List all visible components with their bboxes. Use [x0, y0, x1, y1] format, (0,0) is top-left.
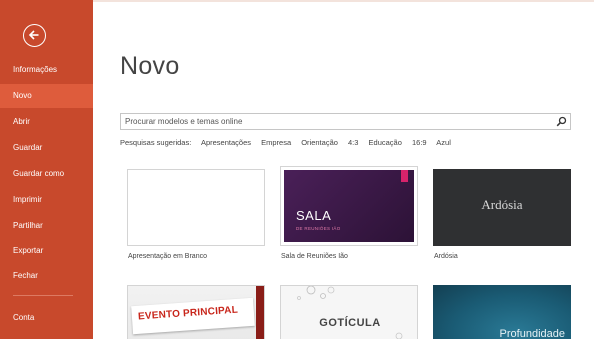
top-border [93, 0, 594, 2]
sidebar-item-guardar[interactable]: Guardar [0, 136, 93, 160]
suggested-search-link[interactable]: Empresa [261, 138, 291, 147]
profundidade-slide-title: Profundidade [499, 328, 565, 339]
template-thumbnail [127, 169, 265, 246]
goticula-slide-title: GOTÍCULA [319, 317, 381, 329]
sala-slide-subtitle: DE REUNIÕES IÃO [296, 226, 341, 231]
template-thumbnail: EVENTO PRINCIPAL [127, 285, 265, 339]
sidebar-item-conta[interactable]: Conta [0, 306, 93, 330]
droplets-graphic [297, 286, 403, 339]
template-label: Sala de Reuniões Ião [281, 253, 348, 260]
suggested-searches-label: Pesquisas sugeridas: [120, 138, 192, 147]
sala-accent-tab [401, 170, 408, 182]
template-label: Ardósia [434, 253, 458, 260]
sala-slide-title: SALA [296, 208, 332, 223]
sidebar-item-guardar-como[interactable]: Guardar como [0, 162, 93, 186]
sidebar-item-informacoes[interactable]: Informações [0, 58, 93, 82]
suggested-search-link[interactable]: Educação [369, 138, 402, 147]
sala-slide-preview: SALA DE REUNIÕES IÃO [284, 170, 414, 242]
backstage-sidebar: Informações Novo Abrir Guardar Guardar c… [0, 0, 93, 339]
back-arrow-icon [28, 30, 39, 40]
template-evento-principal[interactable]: EVENTO PRINCIPAL [127, 285, 265, 339]
suggested-search-link[interactable]: Apresentações [201, 138, 251, 147]
suggested-search-link[interactable]: 4:3 [348, 138, 358, 147]
search-box [120, 113, 571, 130]
sidebar-item-imprimir[interactable]: Imprimir [0, 188, 93, 212]
sidebar-item-fechar[interactable]: Fechar [0, 264, 93, 288]
evento-side-strip [256, 286, 264, 339]
template-profundidade[interactable]: Profundidade [433, 285, 571, 339]
suggested-search-link[interactable]: Azul [436, 138, 451, 147]
search-icon[interactable] [556, 116, 567, 127]
sidebar-divider [13, 295, 73, 296]
template-thumbnail: Ardósia [433, 169, 571, 246]
template-thumbnail: GOTÍCULA [280, 285, 418, 339]
template-sala-de-reunioes[interactable]: SALA DE REUNIÕES IÃO Sala de Reuniões Iã… [280, 166, 418, 261]
suggested-search-link[interactable]: 16:9 [412, 138, 427, 147]
ardosia-slide-title: Ardósia [481, 197, 523, 212]
sidebar-item-partilhar[interactable]: Partilhar [0, 214, 93, 238]
back-button[interactable] [23, 24, 46, 47]
sidebar-item-exportar[interactable]: Exportar [0, 239, 93, 263]
suggested-searches: Pesquisas sugeridas: Apresentações Empre… [120, 138, 459, 150]
search-input[interactable] [121, 114, 541, 129]
sidebar-item-novo[interactable]: Novo [0, 84, 93, 108]
template-label: Apresentação em Branco [128, 253, 207, 260]
template-ardosia[interactable]: Ardósia Ardósia [433, 169, 571, 261]
template-blank[interactable]: Apresentação em Branco [127, 169, 265, 261]
template-thumbnail: SALA DE REUNIÕES IÃO [280, 166, 418, 246]
sidebar-item-abrir[interactable]: Abrir [0, 110, 93, 134]
template-thumbnail: Profundidade [433, 285, 571, 339]
suggested-search-link[interactable]: Orientação [301, 138, 338, 147]
template-goticula[interactable]: GOTÍCULA [280, 285, 418, 339]
page-title: Novo [120, 52, 180, 80]
